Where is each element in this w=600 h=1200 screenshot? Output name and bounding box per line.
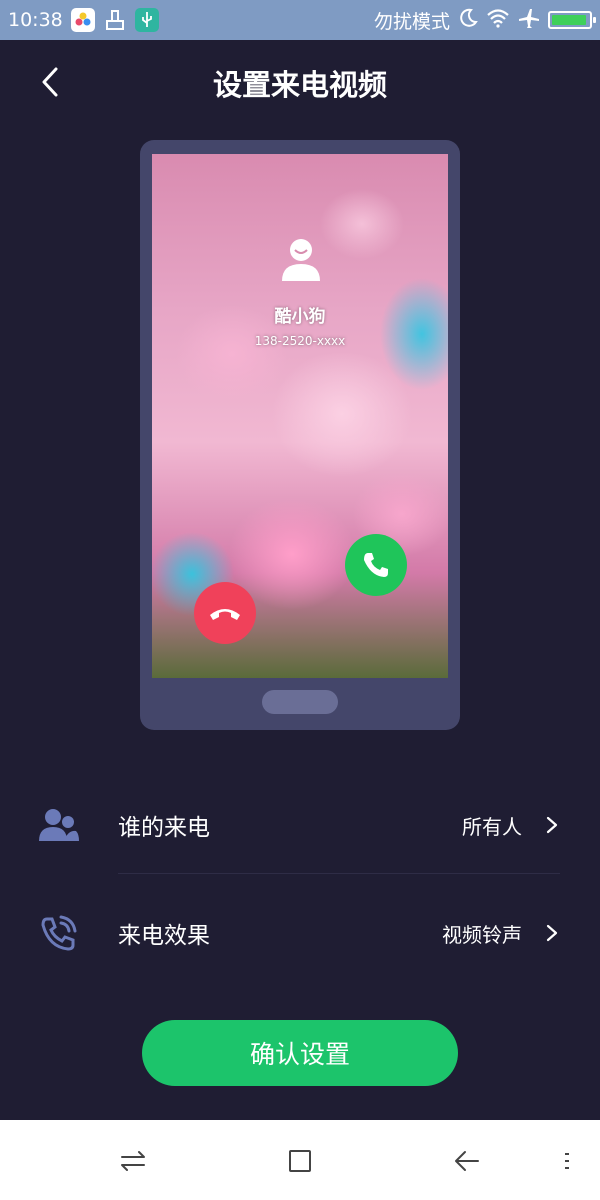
phone-answer-icon (364, 553, 388, 577)
setting-value: 所有人 (462, 814, 522, 839)
page-title: 设置来电视频 (212, 68, 387, 102)
cleaner-icon (103, 8, 127, 32)
phone-preview: 酷小狗 138-2520-xxxx (140, 140, 460, 730)
header: 设置来电视频 (0, 40, 600, 124)
switch-icon[interactable] (118, 1146, 148, 1176)
home-key (262, 690, 338, 714)
phone-hangup-icon (210, 609, 240, 620)
chevron-right-icon (546, 816, 558, 834)
battery-fill (552, 15, 587, 25)
usb-icon (134, 8, 159, 32)
wifi-icon (486, 8, 510, 33)
incoming-call-icon (38, 912, 80, 954)
setting-row-caller[interactable]: 谁的来电 所有人 (0, 780, 600, 870)
battery-icon (548, 11, 596, 29)
contacts-icon (38, 804, 80, 846)
airplane-icon (518, 7, 540, 34)
caller-number: 138-2520-xxxx (254, 334, 346, 348)
answer-call-button (345, 534, 407, 596)
status-time: 10:38 (8, 9, 63, 31)
avatar-icon (282, 239, 320, 281)
setting-row-effect[interactable]: 来电效果 视频铃声 (0, 888, 600, 978)
decline-call-button (194, 582, 256, 644)
home-square-icon[interactable] (285, 1146, 315, 1176)
setting-label: 来电效果 (118, 923, 210, 949)
chevron-right-icon (546, 924, 558, 942)
status-bar: 10:38 勿扰模式 (0, 0, 600, 40)
dnd-label: 勿扰模式 (373, 10, 450, 33)
setting-label: 谁的来电 (118, 815, 210, 841)
back-icon[interactable] (452, 1146, 482, 1176)
gallery-app-icon (70, 8, 95, 32)
menu-icon[interactable] (552, 1146, 582, 1176)
confirm-settings-button[interactable]: 确认设置 (142, 1020, 458, 1086)
video-preview[interactable]: 酷小狗 138-2520-xxxx (152, 154, 448, 678)
navigation-bar (0, 1120, 600, 1200)
caller-name: 酷小狗 (274, 307, 326, 327)
moon-icon (458, 8, 478, 33)
setting-value: 视频铃声 (442, 922, 522, 947)
divider (118, 873, 560, 874)
